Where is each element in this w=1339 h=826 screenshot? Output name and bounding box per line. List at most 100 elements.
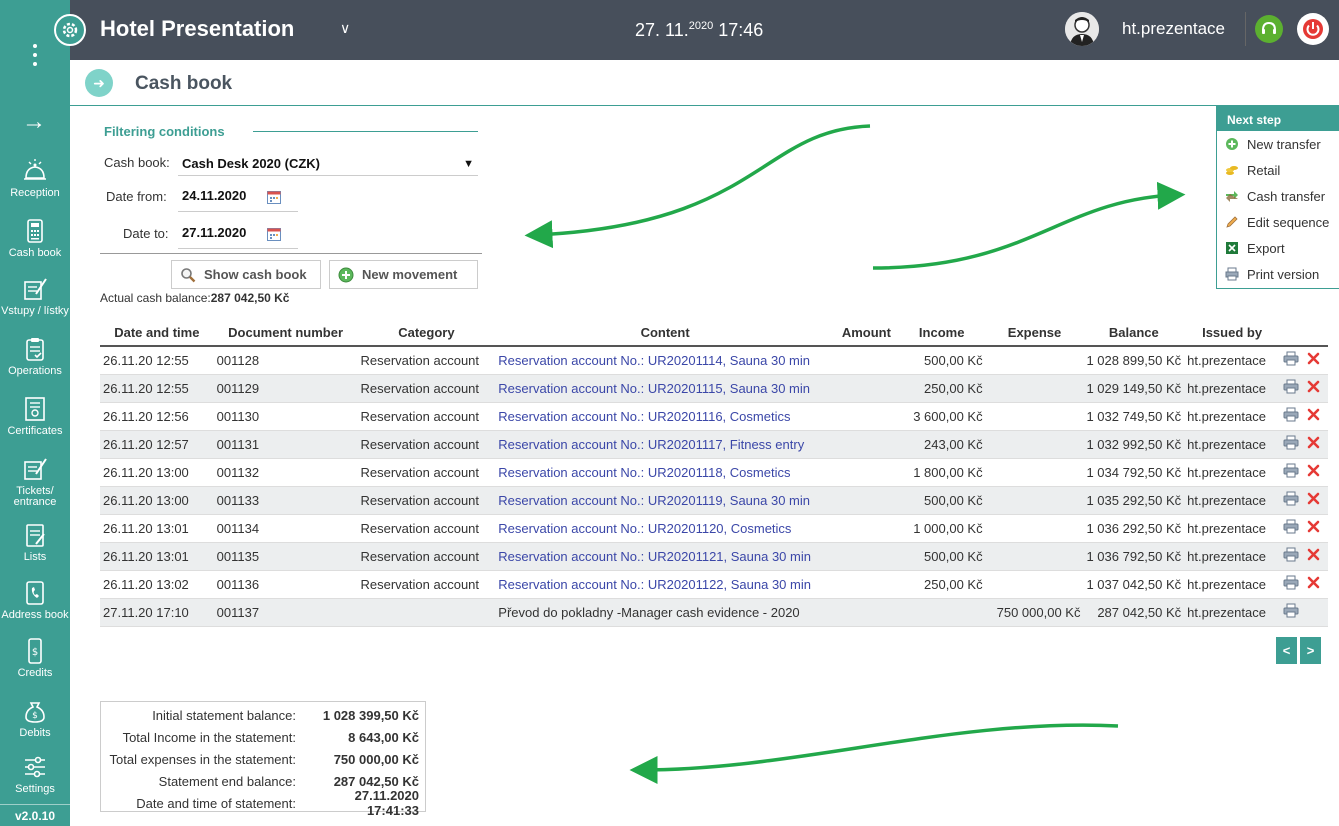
prev-page-button[interactable]: < — [1276, 637, 1297, 664]
reservation-link[interactable]: Reservation account No.: UR20201119, Sau… — [498, 493, 810, 508]
table-row[interactable]: 26.11.20 13:00 001133 Reservation account R… — [100, 486, 1328, 515]
next-step-item[interactable]: New transfer — [1217, 131, 1339, 157]
next-step-item[interactable]: Retail — [1217, 157, 1339, 183]
column-header[interactable]: Expense — [985, 320, 1084, 347]
sidebar-item[interactable]: Lists — [0, 522, 70, 563]
sidebar-item[interactable]: Reception — [0, 158, 70, 199]
reservation-link[interactable]: Reservation account No.: UR20201116, Cos… — [498, 409, 790, 424]
sidebar-item[interactable]: Settings — [0, 754, 70, 795]
column-header[interactable]: Document number — [213, 320, 358, 347]
reservation-link[interactable]: Reservation account No.: UR20201115, Sau… — [498, 381, 810, 396]
delete-icon[interactable] — [1307, 576, 1320, 592]
printer-icon[interactable] — [1283, 435, 1299, 453]
cashbook-select[interactable]: Cash Desk 2020 (CZK) ▼ — [178, 152, 478, 176]
next-page-button[interactable]: > — [1300, 637, 1321, 664]
column-header[interactable]: Date and time — [100, 320, 214, 347]
printer-icon[interactable] — [1283, 407, 1299, 425]
headset-support-icon[interactable] — [1255, 15, 1283, 43]
printer-icon[interactable] — [1283, 491, 1299, 509]
reservation-link[interactable]: Reservation account No.: UR20201120, Cos… — [498, 521, 791, 536]
sidebar-item[interactable]: Operations — [0, 336, 70, 377]
table-row[interactable]: 26.11.20 12:57 001131 Reservation account R… — [100, 430, 1328, 459]
sidebar-item-label: Lists — [23, 551, 47, 563]
sidebar-item[interactable]: $ Credits — [0, 638, 70, 679]
power-logout-icon[interactable] — [1297, 13, 1329, 45]
more-menu-icon[interactable] — [28, 44, 42, 74]
column-header[interactable]: Content — [495, 320, 835, 347]
table-row[interactable]: 26.11.20 12:56 001130 Reservation account R… — [100, 402, 1328, 431]
sidebar-item-label: Certificates — [7, 425, 63, 437]
table-row[interactable]: 26.11.20 12:55 001129 Reservation account R… — [100, 374, 1328, 403]
column-header[interactable]: Category — [357, 320, 496, 347]
delete-icon[interactable] — [1307, 520, 1320, 536]
phone-money-icon: $ — [22, 638, 48, 664]
printer-icon[interactable] — [1283, 351, 1299, 369]
page-title: Cash book — [135, 73, 233, 94]
cell-actions — [1280, 346, 1328, 375]
next-step-item[interactable]: Print version — [1217, 261, 1339, 287]
printer-icon[interactable] — [1283, 379, 1299, 397]
chevron-down-icon[interactable]: ∨ — [340, 20, 350, 37]
column-header[interactable]: Income — [897, 320, 986, 347]
calendar-icon[interactable] — [267, 227, 281, 241]
table-row[interactable]: 26.11.20 12:55 001128 Reservation account R… — [100, 346, 1328, 375]
delete-icon[interactable] — [1307, 436, 1320, 452]
sidebar-item[interactable]: $ Debits — [0, 698, 70, 739]
sidebar-item[interactable]: Tickets/ entrance — [0, 456, 70, 508]
printer-icon[interactable] — [1283, 463, 1299, 481]
cell-expense: 750 000,00 Kč — [985, 598, 1084, 627]
reservation-link[interactable]: Reservation account No.: UR20201121, Sau… — [498, 549, 811, 564]
excel-icon — [1225, 241, 1239, 255]
sidebar-item[interactable]: Address book — [0, 580, 70, 621]
settings-gear-icon[interactable] — [54, 14, 86, 46]
reservation-link[interactable]: Reservation account No.: UR20201117, Fit… — [498, 437, 804, 452]
expand-arrow-icon[interactable]: → — [22, 110, 46, 134]
cell-expense — [985, 402, 1084, 431]
reservation-link[interactable]: Reservation account No.: UR20201114, Sau… — [498, 353, 810, 368]
forward-arrow-icon[interactable]: ➜ — [85, 69, 113, 97]
sidebar-item[interactable]: Certificates — [0, 396, 70, 437]
delete-icon[interactable] — [1307, 380, 1320, 396]
delete-icon[interactable] — [1307, 464, 1320, 480]
table-row[interactable]: 26.11.20 13:00 001132 Reservation account R… — [100, 458, 1328, 487]
printer-icon[interactable] — [1283, 575, 1299, 593]
show-cash-book-button[interactable]: Show cash book — [171, 260, 321, 289]
new-movement-button[interactable]: New movement — [329, 260, 478, 289]
delete-icon[interactable] — [1307, 492, 1320, 508]
cell-amount — [834, 570, 898, 599]
column-header[interactable]: Amount — [834, 320, 898, 347]
sidebar-item[interactable]: Vstupy / lístky — [0, 276, 70, 317]
summary-label: Total Income in the statement: — [122, 729, 296, 745]
table-row[interactable]: 26.11.20 13:01 001135 Reservation account R… — [100, 542, 1328, 571]
table-row[interactable]: 27.11.20 17:10 001137 Převod do pokladny -… — [100, 598, 1328, 627]
user-avatar[interactable] — [1065, 12, 1099, 46]
cell-issued-by: ht.prezentace — [1184, 486, 1280, 515]
printer-icon[interactable] — [1283, 547, 1299, 565]
cell-expense — [985, 430, 1084, 459]
current-datetime: 27. 11.2020 17:46 — [635, 20, 764, 40]
table-row[interactable]: 26.11.20 13:01 001134 Reservation account R… — [100, 514, 1328, 543]
summary-label: Total expenses in the statement: — [109, 751, 296, 767]
reservation-link[interactable]: Reservation account No.: UR20201122, Sau… — [498, 577, 811, 592]
column-header[interactable]: Balance — [1083, 320, 1185, 347]
column-header[interactable]: Issued by — [1184, 320, 1280, 347]
cell-category: Reservation account — [357, 486, 496, 515]
cell-document-number: 001136 — [213, 570, 358, 599]
next-step-item[interactable]: Edit sequence — [1217, 209, 1339, 235]
next-step-item[interactable]: Export — [1217, 235, 1339, 261]
printer-icon — [1225, 267, 1239, 281]
next-step-item[interactable]: Cash transfer — [1217, 183, 1339, 209]
delete-icon[interactable] — [1307, 408, 1320, 424]
sidebar-item[interactable]: Cash book — [0, 218, 70, 259]
calendar-icon[interactable] — [267, 190, 281, 204]
reservation-link[interactable]: Reservation account No.: UR20201118, Cos… — [498, 465, 790, 480]
hotel-title[interactable]: Hotel Presentation — [100, 16, 294, 42]
delete-icon[interactable] — [1307, 352, 1320, 368]
username[interactable]: ht.prezentace — [1122, 19, 1225, 39]
table-row[interactable]: 26.11.20 13:02 001136 Reservation account R… — [100, 570, 1328, 599]
printer-icon[interactable] — [1283, 519, 1299, 537]
printer-icon[interactable] — [1283, 603, 1299, 621]
cell-date: 26.11.20 13:00 — [100, 458, 214, 487]
sidebar-item-label: Tickets/ entrance — [13, 485, 57, 508]
delete-icon[interactable] — [1307, 548, 1320, 564]
